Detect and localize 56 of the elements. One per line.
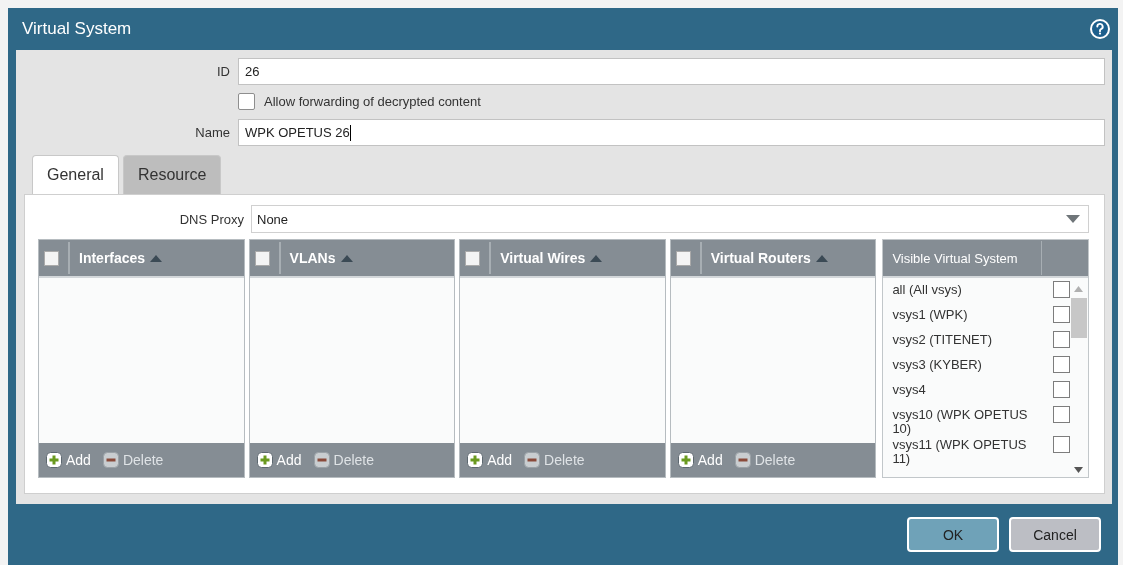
sort-ascending-icon[interactable] <box>150 254 163 262</box>
select-all-checkbox[interactable] <box>44 250 59 266</box>
vsys-name: vsys1 (WPK) <box>892 306 969 322</box>
minus-icon <box>313 452 330 468</box>
dns-proxy-dropdown[interactable]: None <box>251 205 1089 233</box>
checkbox-label: Allow forwarding of decrypted content <box>264 93 481 109</box>
sort-ascending-icon[interactable] <box>340 254 353 262</box>
vsys-name: all (All vsys) <box>892 281 963 297</box>
checkbox[interactable] <box>1052 281 1070 298</box>
cancel-button[interactable]: Cancel <box>1009 517 1101 552</box>
add-button[interactable]: Add <box>467 452 513 468</box>
add-button[interactable]: Add <box>677 452 723 468</box>
plus-icon <box>677 452 694 468</box>
plus-icon <box>256 452 273 468</box>
vsys-name: vsys10 (WPK OPETUS 10) <box>892 406 1029 436</box>
checkbox[interactable] <box>1052 331 1070 348</box>
checkbox[interactable] <box>238 92 255 110</box>
checkbox[interactable] <box>1052 436 1070 453</box>
column-header: Visible Virtual System <box>891 250 1019 266</box>
select-all-checkbox[interactable] <box>254 250 270 266</box>
select-all-checkbox[interactable] <box>465 250 481 266</box>
minus-icon <box>734 452 751 468</box>
dns-proxy-label: DNS Proxy <box>178 211 245 227</box>
checkbox[interactable] <box>1052 356 1070 373</box>
column-header[interactable]: Virtual Wires <box>500 250 586 266</box>
scroll-up-icon[interactable] <box>1074 286 1084 292</box>
scroll-thumb[interactable] <box>1070 298 1087 338</box>
vsys-name: vsys2 (TITENET) <box>892 331 994 347</box>
add-button[interactable]: Add <box>256 452 302 468</box>
sort-ascending-icon[interactable] <box>815 254 828 262</box>
ok-button[interactable]: OK <box>907 517 999 552</box>
id-label: ID <box>216 64 231 79</box>
name-label: Name <box>194 125 231 140</box>
window-title: Virtual System <box>22 19 132 39</box>
dropdown-arrow-icon <box>1066 215 1080 223</box>
column-header[interactable]: VLANs <box>289 250 336 266</box>
checkbox[interactable] <box>1052 406 1070 423</box>
minus-icon <box>524 452 541 468</box>
minus-icon <box>102 452 119 468</box>
vsys-name: vsys11 (WPK OPETUS 11) <box>892 436 1028 466</box>
column-header[interactable]: Interfaces <box>79 250 146 266</box>
plus-icon <box>46 452 62 468</box>
plus-icon <box>467 452 484 468</box>
tab[interactable]: Resource <box>122 155 222 194</box>
id-field[interactable]: 26 <box>238 58 1105 85</box>
vsys-name: vsys4 <box>892 381 927 397</box>
tab[interactable]: General <box>32 155 119 194</box>
checkbox[interactable] <box>1052 381 1070 398</box>
add-button[interactable]: Add <box>46 452 91 468</box>
vsys-name: vsys3 (KYBER) <box>892 356 983 372</box>
sort-ascending-icon[interactable] <box>590 254 603 262</box>
name-field[interactable]: WPK OPETUS 26 <box>238 119 1105 146</box>
help-icon[interactable] <box>1090 19 1110 39</box>
scroll-down-icon[interactable] <box>1074 467 1084 473</box>
select-all-checkbox[interactable] <box>675 250 691 266</box>
checkbox[interactable] <box>1052 306 1070 323</box>
